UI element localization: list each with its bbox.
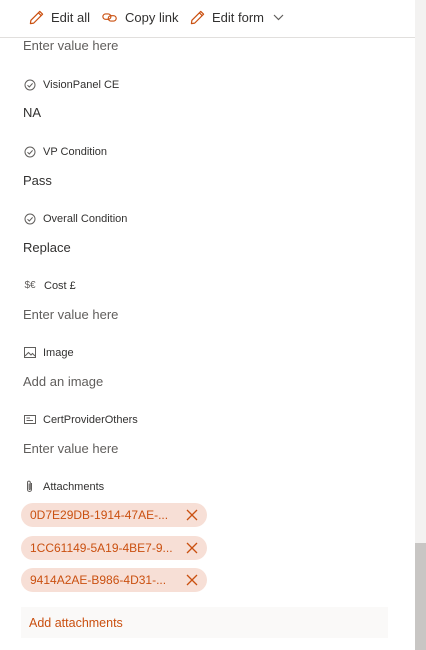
command-bar: Edit all Copy link Edit form bbox=[0, 0, 415, 38]
field-label-visionpanel: VisionPanel CE bbox=[23, 78, 119, 91]
choice-check-icon bbox=[23, 145, 36, 158]
field-value-visionpanel[interactable]: NA bbox=[23, 105, 41, 120]
field-label-text: VP Condition bbox=[43, 145, 108, 158]
attachment-chip[interactable]: 0D7E29DB-1914-47AE-... bbox=[21, 503, 207, 527]
edit-all-button[interactable]: Edit all bbox=[29, 10, 90, 25]
remove-attachment-icon[interactable] bbox=[186, 509, 198, 521]
pencil-icon bbox=[29, 10, 44, 25]
edit-all-label: Edit all bbox=[51, 10, 91, 25]
field-label-overall-condition: Overall Condition bbox=[23, 212, 127, 225]
field-value-cost[interactable]: Enter value here bbox=[23, 307, 118, 322]
field-label-text: Attachments bbox=[43, 480, 105, 493]
field-value-overall-condition[interactable]: Replace bbox=[23, 240, 71, 255]
paperclip-icon bbox=[23, 480, 36, 493]
field-value-vp-condition[interactable]: Pass bbox=[23, 173, 52, 188]
edit-form-label: Edit form bbox=[212, 10, 265, 25]
field-label-text: VisionPanel CE bbox=[43, 78, 120, 91]
text-field-icon bbox=[23, 413, 36, 426]
scrollbar[interactable] bbox=[415, 0, 426, 650]
image-icon bbox=[23, 346, 36, 359]
link-icon bbox=[102, 13, 117, 22]
field-value-top[interactable]: Enter value here bbox=[23, 38, 118, 53]
edit-form-button[interactable]: Edit form bbox=[190, 10, 291, 25]
attachment-chip[interactable]: 1CC61149-5A19-4BE7-9... bbox=[21, 536, 207, 560]
pencil-icon bbox=[190, 10, 205, 25]
scrollbar-thumb[interactable] bbox=[415, 543, 426, 650]
add-image-link[interactable]: Add an image bbox=[23, 374, 103, 389]
attachment-name[interactable]: 0D7E29DB-1914-47AE-... bbox=[30, 508, 180, 522]
copy-link-button[interactable]: Copy link bbox=[102, 10, 178, 25]
field-value-certprovider[interactable]: Enter value here bbox=[23, 441, 118, 456]
remove-attachment-icon[interactable] bbox=[186, 574, 198, 586]
field-label-text: CertProviderOthers bbox=[43, 413, 138, 426]
field-label-text: Cost £ bbox=[44, 279, 76, 292]
attachment-name[interactable]: 1CC61149-5A19-4BE7-9... bbox=[30, 541, 180, 555]
copy-link-label: Copy link bbox=[125, 10, 179, 25]
field-label-vp-condition: VP Condition bbox=[23, 145, 107, 158]
choice-check-icon bbox=[23, 78, 36, 91]
remove-attachment-icon[interactable] bbox=[186, 542, 198, 554]
field-label-text: Image bbox=[43, 346, 74, 359]
field-label-attachments: Attachments bbox=[23, 480, 104, 493]
field-label-certprovider: CertProviderOthers bbox=[23, 413, 138, 426]
field-label-image: Image bbox=[23, 346, 74, 359]
currency-icon: $€ bbox=[24, 280, 36, 291]
choice-check-icon bbox=[23, 212, 36, 225]
attachment-name[interactable]: 9414A2AE-B986-4D31-... bbox=[30, 573, 180, 587]
form-fields: Enter value here VisionPanel CE NA VP Co… bbox=[0, 38, 415, 650]
field-label-text: Overall Condition bbox=[43, 212, 128, 225]
field-label-cost: $€ Cost £ bbox=[23, 279, 76, 292]
attachment-chip[interactable]: 9414A2AE-B986-4D31-... bbox=[21, 568, 207, 592]
add-attachments-button[interactable]: Add attachments bbox=[21, 607, 388, 638]
chevron-down-icon[interactable] bbox=[273, 14, 284, 21]
